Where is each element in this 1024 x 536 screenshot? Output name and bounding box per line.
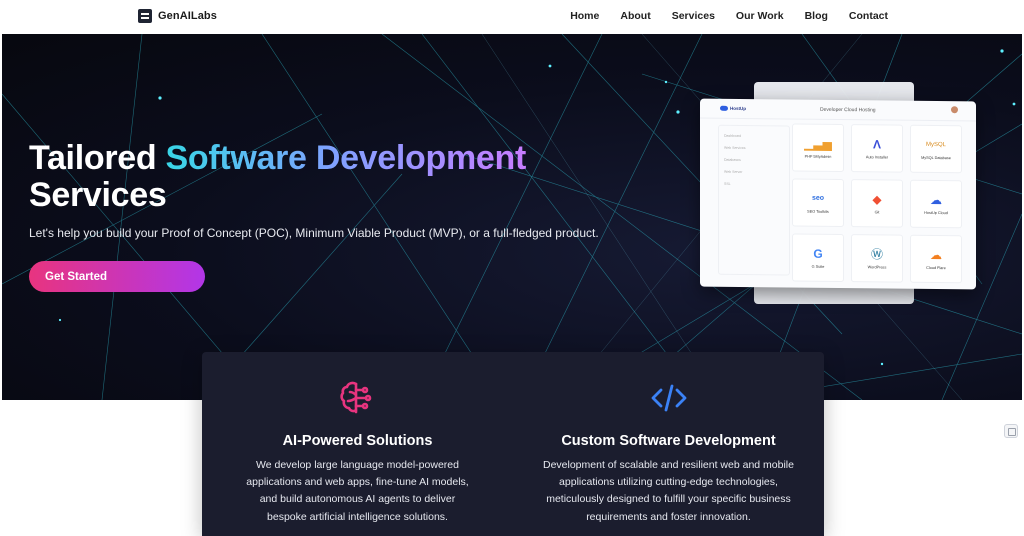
mockup-tile: ◆ Git xyxy=(851,179,903,228)
dashboard-mockup: HostUp Developer Cloud Hosting Dashboard… xyxy=(700,98,976,290)
mockup-tile: Λ Auto Installer xyxy=(851,124,903,173)
stack-logo-icon xyxy=(138,9,152,23)
top-navbar: GenAILabs Home About Services Our Work B… xyxy=(0,0,1024,34)
tile-label: HostUp Cloud xyxy=(924,210,948,215)
nav-blog-link[interactable]: Blog xyxy=(805,10,828,22)
mockup-logo: HostUp xyxy=(720,106,746,112)
brain-icon xyxy=(339,381,371,414)
floating-widget-icon[interactable] xyxy=(1004,424,1018,438)
feature-title: AI-Powered Solutions xyxy=(282,433,433,449)
nav-services-link[interactable]: Services xyxy=(672,10,715,22)
letter-a-icon: Λ xyxy=(872,136,881,151)
avatar xyxy=(951,106,958,114)
brand-name: GenAILabs xyxy=(158,10,217,22)
feature-description: Development of scalable and resilient we… xyxy=(543,459,794,523)
mockup-tile: MySQL MySQL Database xyxy=(910,124,962,174)
mockup-tile: G G Suite xyxy=(792,233,844,283)
mockup-sidebar-item: Databases xyxy=(724,157,741,162)
bar-chart-icon: ▁▃▅ xyxy=(804,136,832,151)
code-icon xyxy=(651,384,686,412)
tile-label: G Suite xyxy=(811,264,825,269)
mockup-tile-grid: ▁▃▅ PHP 5MyAdmin Λ Auto Installer MySQL MyS… xyxy=(792,123,964,284)
features-card: AI-Powered Solutions We develop large la… xyxy=(202,352,824,536)
mockup-title: Developer Cloud Hosting xyxy=(820,106,876,114)
hero-section: Tailored Software Development Services L… xyxy=(2,34,1022,400)
nav-home-link[interactable]: Home xyxy=(570,10,599,22)
mysql-icon: MySQL xyxy=(925,141,946,148)
tile-label: WordPress xyxy=(867,264,887,270)
hero-title: Tailored Software Development Services xyxy=(29,140,526,214)
mockup-sidebar-item: Web Services xyxy=(724,145,746,151)
seo-icon: seo xyxy=(811,194,825,202)
mockup-tile: ☁ Cloud Flare xyxy=(910,234,962,284)
tile-label: MySQL Database xyxy=(921,155,951,160)
mockup-header: HostUp Developer Cloud Hosting xyxy=(700,98,976,122)
tile-label: Auto Installer xyxy=(865,154,889,160)
google-icon: G xyxy=(813,246,823,261)
nav-contact-link[interactable]: Contact xyxy=(849,10,888,22)
tile-label: SEO Toolkits xyxy=(807,209,829,214)
nav-about-link[interactable]: About xyxy=(620,10,650,22)
brand[interactable]: GenAILabs xyxy=(138,9,217,23)
tile-label: PHP 5MyAdmin xyxy=(804,154,832,159)
main-menu: Home About Services Our Work Blog Contac… xyxy=(570,10,888,22)
wordpress-icon: Ⓦ xyxy=(870,246,883,261)
mockup-tile: seo SEO Toolkits xyxy=(792,178,844,228)
hero-subtitle: Let's help you build your Proof of Conce… xyxy=(29,226,599,240)
git-icon: ◆ xyxy=(872,191,882,206)
hero-title-suffix: Services xyxy=(29,176,167,214)
nav-our-work-link[interactable]: Our Work xyxy=(736,10,784,22)
mockup-sidebar: Dashboard Web Services Databases Web Ser… xyxy=(718,124,790,276)
mockup-sidebar-item: SSL xyxy=(724,181,731,186)
mockup-tile: Ⓦ WordPress xyxy=(851,234,903,283)
feature-description: We develop large language model-powered … xyxy=(246,459,469,523)
mockup-tile: ▁▃▅ PHP 5MyAdmin xyxy=(792,123,844,173)
cloudflare-icon: ☁ xyxy=(930,247,942,262)
mockup-tile: ☁ HostUp Cloud xyxy=(910,179,962,229)
get-started-button[interactable]: Get Started xyxy=(29,261,205,292)
cloud-icon: ☁ xyxy=(930,192,942,207)
tile-label: Cloud Flare xyxy=(926,265,946,270)
hero-title-highlight: Software Development xyxy=(165,139,527,177)
feature-title: Custom Software Development xyxy=(561,433,776,449)
mockup-sidebar-item: Web Server xyxy=(724,169,743,174)
hero-title-prefix: Tailored xyxy=(29,139,157,177)
mockup-sidebar-item: Dashboard xyxy=(724,133,742,138)
tile-label: Git xyxy=(874,209,880,214)
